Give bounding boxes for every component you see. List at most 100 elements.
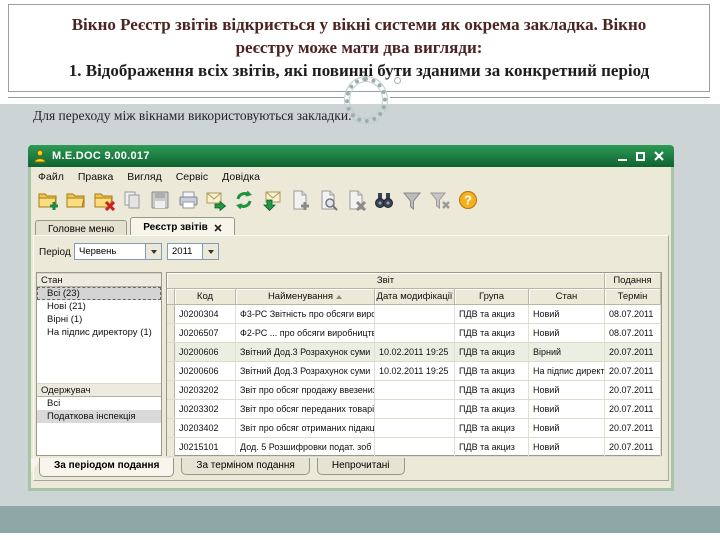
table-group-header-row: Звіт Подання [167,273,661,289]
table-row[interactable]: J0200304 Ф3-РС Звітність про обсяги виро… [167,305,661,324]
close-icon[interactable] [654,151,664,161]
cell-group: ПДВ та акциз [455,343,529,361]
tab-close-icon[interactable] [214,223,222,232]
cell-code: J0200606 [175,343,236,361]
chevron-down-icon[interactable] [202,244,218,259]
folder-delete-icon [94,193,115,211]
cell-code: J0200606 [175,362,236,380]
period-month-select[interactable]: Червень [74,243,162,260]
menu-edit[interactable]: Правка [78,171,113,183]
column-header-name-label: Найменування [267,291,334,302]
sidebar-item-recipient-all[interactable]: Всі [37,397,161,410]
heading-line-2: реєстру може мати два вигляди: [235,38,483,57]
cell-term: 20.07.2011 [605,362,661,380]
row-marker [167,324,175,342]
window-titlebar[interactable]: M.E.DOC 9.00.017 [28,145,674,167]
maximize-icon[interactable] [636,151,645,161]
cell-name: Звіт про обсяг продажу ввезених [236,381,375,399]
remove-document-button[interactable] [343,187,368,213]
cell-group: ПДВ та акциз [455,438,529,456]
receive-mail-button[interactable] [259,187,284,213]
cell-group: ПДВ та акциз [455,419,529,437]
cell-modified: 10.02.2011 19:25 [375,362,455,380]
cell-name: Ф2-РС ... про обсяги виробництв [236,324,375,342]
save-button[interactable] [147,187,172,213]
print-button[interactable] [175,187,200,213]
cell-group: ПДВ та акциз [455,400,529,418]
divider-line [8,97,344,98]
cell-state: Новий [529,400,605,418]
open-report-button[interactable] [63,187,88,213]
menu-service[interactable]: Сервіс [176,171,208,183]
svg-text:?: ? [464,193,472,208]
copy-button[interactable] [119,187,144,213]
document-add-icon [293,190,309,210]
period-year-select[interactable]: 2011 [167,243,219,260]
delete-report-button[interactable] [91,187,116,213]
group-header-report[interactable]: Звіт [167,273,605,289]
column-header-state[interactable]: Стан [529,289,605,305]
cell-code: J0203402 [175,419,236,437]
document-search-icon [321,190,338,211]
filter-icon [402,192,421,211]
menu-help[interactable]: Довідка [222,171,260,183]
table-row-selected[interactable]: J0200606 Звітний Дод.3 Розрахунок суми 1… [167,343,661,362]
column-header-name[interactable]: Найменування [236,289,375,305]
view-document-button[interactable] [315,187,340,213]
cell-term: 08.07.2011 [605,305,661,323]
column-header-group[interactable]: Група [455,289,529,305]
cell-state: Новий [529,419,605,437]
filter-sidebar: Стан Всі (23) Нові (21) Вірні (1) На під… [36,272,162,456]
table-row[interactable]: J0215101 Дод. 5 Розшифровки подат. зоб П… [167,438,661,457]
row-marker [167,400,175,418]
row-marker [167,419,175,437]
cell-code: J0203302 [175,400,236,418]
table-row[interactable]: J0203402 Звіт про обсяг отриманих підакц… [167,419,661,438]
tab-main-menu[interactable]: Головне меню [35,220,128,236]
sidebar-item-valid[interactable]: Вірні (1) [37,313,161,326]
send-mail-button[interactable] [203,187,228,213]
minimize-icon[interactable] [618,159,627,161]
column-header-modified[interactable]: Дата модифікації [375,289,455,305]
cell-code: J0200304 [175,305,236,323]
search-button[interactable] [371,187,396,213]
help-button[interactable]: ? [455,187,480,213]
table-row[interactable]: J0203302 Звіт про обсяг переданих товарі… [167,400,661,419]
cell-state: Новий [529,305,605,323]
new-report-button[interactable] [35,187,60,213]
cell-state: Вірний [529,343,605,361]
clear-filter-button[interactable] [427,187,452,213]
sidebar-item-tax-inspection[interactable]: Податкова інспекція [37,410,161,423]
tab-by-submission-period[interactable]: За періодом подання [39,458,175,477]
table-row[interactable]: J0206507 Ф2-РС ... про обсяги виробництв… [167,324,661,343]
menu-view[interactable]: Вигляд [127,171,161,183]
cell-group: ПДВ та акциз [455,305,529,323]
cell-name: Звітний Дод.3 Розрахунок суми [236,362,375,380]
cell-state: Новий [529,438,605,456]
chevron-down-icon[interactable] [145,244,161,259]
filter-button[interactable] [399,187,424,213]
group-header-submission[interactable]: Подання [605,273,661,289]
period-month-value: Червень [79,246,117,257]
cell-group: ПДВ та акциз [455,324,529,342]
column-header-term[interactable]: Термін [605,289,661,305]
sidebar-section-recipient: Одержувач [37,383,161,397]
refresh-button[interactable] [231,187,256,213]
table-row[interactable]: J0203202 Звіт про обсяг продажу ввезених… [167,381,661,400]
sidebar-item-new[interactable]: Нові (21) [37,300,161,313]
folder-open-icon [66,193,85,208]
add-document-button[interactable] [287,187,312,213]
sidebar-item-for-signature[interactable]: На підпис директору (1) [37,326,161,339]
sidebar-item-all[interactable]: Всі (23) [37,287,161,300]
toolbar: ? [35,186,480,214]
column-header-code[interactable]: Код [175,289,236,305]
view-tabs: За періодом подання За терміном подання … [39,458,405,477]
tab-report-registry[interactable]: Реєстр звітів [130,217,235,236]
registry-tab-page: Період Червень 2011 Стан Всі (23) Нові (… [31,235,669,481]
tab-by-submission-term[interactable]: За терміном подання [181,458,310,475]
tab-label: Головне меню [48,223,115,235]
menu-file[interactable]: Файл [38,171,64,183]
tab-unread[interactable]: Непрочитані [316,458,405,475]
cell-name: Ф3-РС Звітність про обсяги виро [236,305,375,323]
table-row[interactable]: J0200606 Звітний Дод.3 Розрахунок суми 1… [167,362,661,381]
